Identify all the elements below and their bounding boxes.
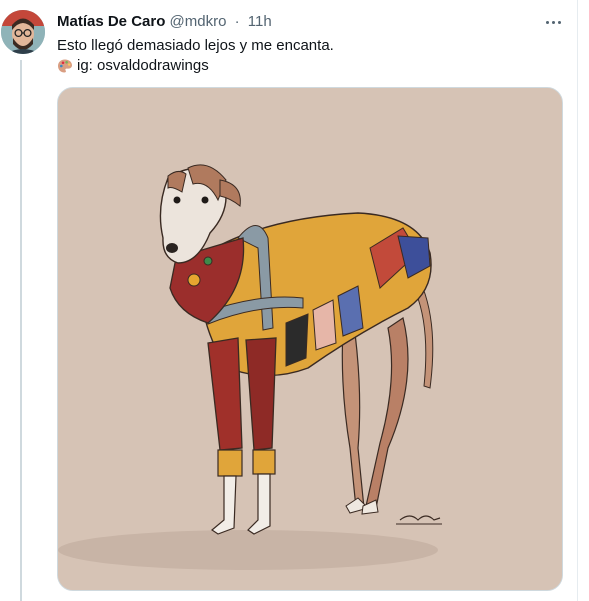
- thread-line: [20, 60, 22, 601]
- tweet-text-line: ig: osvaldodrawings: [57, 56, 334, 76]
- tweet-media-image[interactable]: [57, 87, 563, 591]
- tweet-text: Esto llegó demasiado lejos y me encanta.…: [57, 36, 334, 76]
- tweet[interactable]: Matías De Caro @mdkro · 11h Esto llegó d…: [0, 0, 589, 601]
- more-dots-icon[interactable]: [543, 12, 563, 32]
- divider: [577, 0, 578, 601]
- timestamp[interactable]: 11h: [248, 13, 272, 30]
- tweet-header: Matías De Caro @mdkro · 11h: [57, 12, 272, 32]
- tweet-text-line: Esto llegó demasiado lejos y me encanta.: [57, 37, 334, 54]
- author-handle[interactable]: @mdkro: [170, 13, 227, 30]
- greyhound-illustration: [58, 88, 562, 590]
- avatar[interactable]: [1, 10, 45, 54]
- separator: ·: [234, 13, 240, 30]
- tweet-text-credit: ig: osvaldodrawings: [77, 57, 209, 74]
- artist-palette-icon: [57, 58, 73, 74]
- author-name[interactable]: Matías De Caro: [57, 13, 165, 30]
